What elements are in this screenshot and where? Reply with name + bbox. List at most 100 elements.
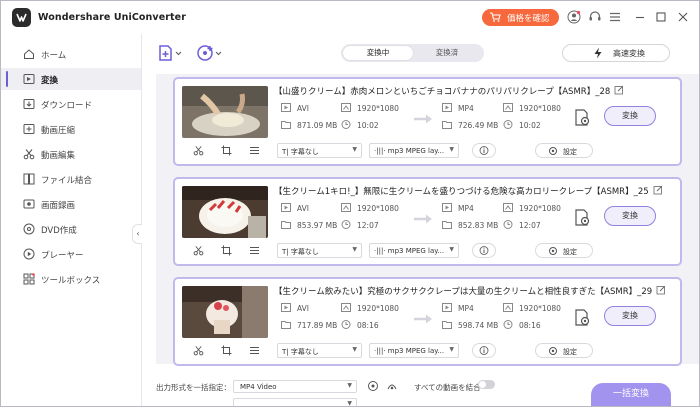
video-thumbnail[interactable] [182, 186, 268, 238]
sidebar-item-player[interactable]: プレーヤー [1, 243, 141, 265]
settings-button[interactable]: 設定 [535, 343, 593, 358]
edit-title-icon[interactable] [653, 185, 663, 198]
source-format: AVI [297, 204, 309, 213]
folder-icon [442, 220, 452, 229]
source-format: AVI [297, 304, 309, 313]
audio-wave-icon: ·|||· [374, 147, 386, 155]
output-settings-icon[interactable] [572, 108, 592, 128]
merge-all-toggle[interactable] [478, 380, 495, 389]
trim-icon[interactable] [193, 245, 204, 258]
convert-icon [23, 73, 35, 85]
sidebar-item-screen-record[interactable]: 画面録画 [1, 193, 141, 215]
add-files-button[interactable] [158, 44, 184, 62]
gpu-acceleration-icon[interactable] [386, 380, 398, 394]
home-icon [23, 48, 35, 60]
subtitle-select[interactable]: T| 字幕なし ▼ [277, 343, 362, 358]
arrow-right-icon [413, 314, 433, 326]
tab-converted[interactable]: 変換済 [412, 46, 482, 60]
format-icon [281, 203, 291, 212]
convert-button[interactable]: 変換 [604, 306, 656, 326]
crop-icon[interactable] [221, 145, 232, 158]
subtitle-icon: T| [282, 348, 289, 356]
high-speed-button[interactable]: 高速変換 [562, 44, 670, 62]
maximize-icon[interactable] [654, 10, 668, 24]
tab-converting[interactable]: 変換中 [343, 46, 413, 60]
info-button[interactable] [472, 243, 496, 258]
edit-title-icon[interactable] [656, 285, 666, 298]
audio-value: mp3 MPEG lay... [387, 247, 445, 255]
resolution-icon [503, 303, 513, 312]
file-card: 【山盛りクリーム】赤肉メロンといちごチョコバナナのパリパリクレープ【ASMR】_… [173, 77, 682, 166]
source-resolution: 1920*1080 [357, 204, 399, 213]
video-thumbnail[interactable] [182, 286, 268, 338]
subtitle-value: 字幕なし [290, 248, 319, 256]
sidebar-item-label: 動画圧縮 [41, 126, 76, 136]
format-icon [281, 103, 291, 112]
sidebar-item-toolbox[interactable]: ツールボックス [1, 268, 141, 290]
sidebar-item-home[interactable]: ホーム [1, 43, 141, 65]
menu-icon[interactable] [608, 10, 622, 24]
format-icon [442, 103, 452, 112]
sidebar-item-convert[interactable]: 変換 [1, 68, 141, 90]
source-duration: 08:16 [357, 321, 379, 330]
add-dvd-button[interactable] [196, 44, 224, 62]
close-icon[interactable] [676, 10, 690, 24]
crop-icon[interactable] [221, 245, 232, 258]
subtitle-select[interactable]: T| 字幕なし ▼ [277, 243, 362, 258]
resolution-icon [341, 203, 351, 212]
settings-button[interactable]: 設定 [535, 243, 593, 258]
file-location-select[interactable]: ▼ [233, 398, 357, 406]
merge-all-label: すべての動画を結合 [414, 383, 481, 392]
output-format-select[interactable]: MP4 Video ▼ [233, 380, 357, 393]
info-button[interactable] [472, 143, 496, 158]
subtitle-icon: T| [282, 248, 289, 256]
subtitle-icon: T| [282, 148, 289, 156]
folder-icon [281, 120, 291, 129]
chevron-down-icon: ▼ [449, 346, 454, 353]
sidebar-item-edit[interactable]: 動画編集 [1, 143, 141, 165]
sidebar-item-download[interactable]: ダウンロード [1, 93, 141, 115]
clock-icon [341, 220, 351, 229]
format-icon [442, 303, 452, 312]
audio-wave-icon: ·|||· [374, 347, 386, 355]
minimize-icon[interactable] [633, 10, 647, 24]
sidebar-item-dvd[interactable]: DVD作成 [1, 218, 141, 240]
app-window: Wondershare UniConverter 価格を確認 ホーム 変換 ダウ… [0, 0, 700, 407]
edit-title-icon[interactable] [614, 85, 624, 98]
subtitle-select[interactable]: T| 字幕なし ▼ [277, 143, 362, 158]
clock-icon [503, 220, 513, 229]
chevron-down-icon: ▼ [352, 146, 357, 153]
crop-icon[interactable] [221, 345, 232, 358]
sidebar-item-merge[interactable]: ファイル結合 [1, 168, 141, 190]
file-title: 【生クリーム1キロ!_】無限に生クリームを盛りつづける危険な高カロリークレープ【… [274, 187, 649, 197]
audio-select[interactable]: ·|||· mp3 MPEG lay... ▼ [369, 343, 459, 358]
account-icon[interactable] [567, 10, 581, 24]
chevron-down-icon: ▼ [449, 246, 454, 253]
effects-icon[interactable] [249, 145, 260, 158]
output-settings-gear-icon[interactable] [367, 380, 379, 394]
output-settings-icon[interactable] [572, 208, 592, 228]
convert-button[interactable]: 変換 [604, 206, 656, 226]
player-icon [23, 248, 35, 260]
resolution-icon [341, 103, 351, 112]
arrow-right-icon [413, 114, 433, 126]
output-settings-icon[interactable] [572, 308, 592, 328]
video-thumbnail[interactable] [182, 86, 268, 138]
audio-select[interactable]: ·|||· mp3 MPEG lay... ▼ [369, 243, 459, 258]
convert-button[interactable]: 変換 [604, 106, 656, 126]
support-headset-icon[interactable] [588, 10, 602, 24]
subtitle-value: 字幕なし [290, 148, 319, 156]
sidebar-item-compress[interactable]: 動画圧縮 [1, 118, 141, 140]
convert-all-button[interactable]: 一括変換 [591, 383, 671, 406]
trim-icon[interactable] [193, 145, 204, 158]
info-button[interactable] [472, 343, 496, 358]
trim-icon[interactable] [193, 345, 204, 358]
effects-icon[interactable] [249, 345, 260, 358]
settings-button[interactable]: 設定 [535, 143, 593, 158]
arrow-right-icon [413, 214, 433, 226]
sidebar-item-label: DVD作成 [41, 226, 77, 236]
audio-select[interactable]: ·|||· mp3 MPEG lay... ▼ [369, 143, 459, 158]
sidebar-item-label: ダウンロード [41, 101, 93, 111]
check-price-button[interactable]: 価格を確認 [482, 9, 559, 26]
effects-icon[interactable] [249, 245, 260, 258]
